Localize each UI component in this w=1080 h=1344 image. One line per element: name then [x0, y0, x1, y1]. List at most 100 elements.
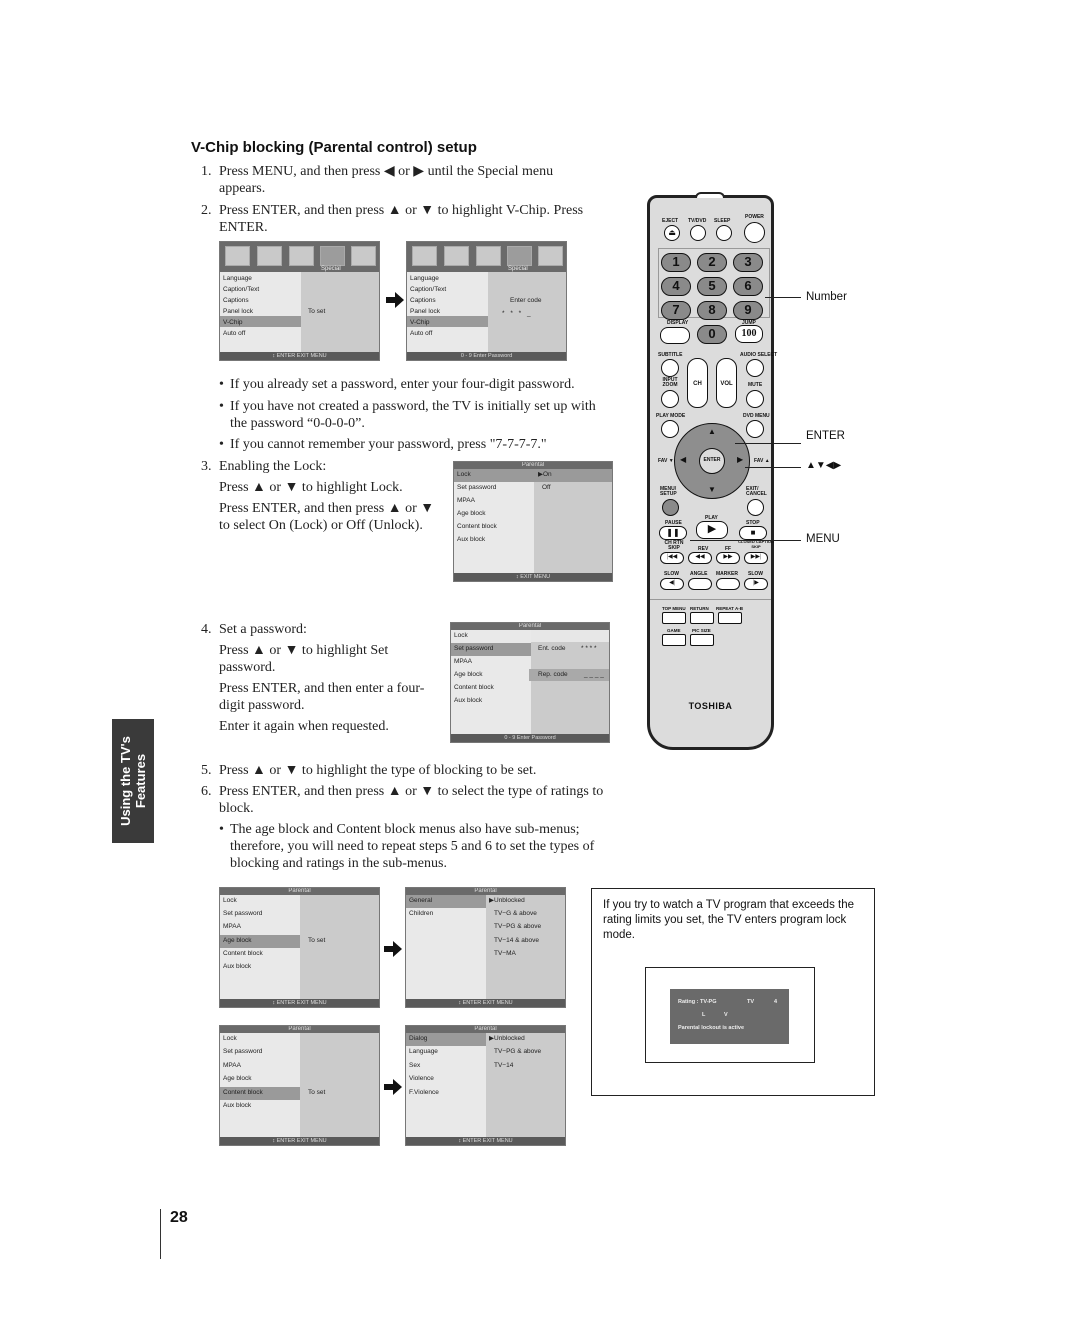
- channel-rocker[interactable]: CH: [687, 358, 708, 408]
- sleep-button[interactable]: [716, 225, 732, 241]
- rev-button[interactable]: ◀◀: [688, 552, 712, 564]
- digit-3-button[interactable]: 3: [733, 253, 763, 272]
- slow-back-button[interactable]: ◀|: [660, 578, 684, 590]
- menu-item[interactable]: Lock: [457, 470, 471, 480]
- menu-item[interactable]: Set password: [457, 483, 496, 493]
- menu-item[interactable]: Age block: [223, 936, 252, 946]
- menu-item[interactable]: Aux block: [223, 962, 251, 972]
- top-menu-button[interactable]: [662, 612, 686, 624]
- audio-select-button[interactable]: [746, 359, 764, 377]
- menu-item[interactable]: Content block: [223, 949, 263, 959]
- play-mode-button[interactable]: [661, 420, 679, 438]
- lock-off-option[interactable]: Off: [542, 483, 551, 493]
- skip-back-button[interactable]: |◀◀: [660, 552, 684, 564]
- skip-forward-button[interactable]: ▶▶|: [744, 552, 768, 564]
- digit-9-button[interactable]: 9: [733, 301, 763, 320]
- menu-item[interactable]: Set password: [223, 909, 262, 919]
- menu-item[interactable]: MPAA: [454, 657, 472, 667]
- menu-item[interactable]: Aux block: [454, 696, 482, 706]
- menu-item[interactable]: Caption/Text: [410, 285, 446, 295]
- menu-item[interactable]: Lock: [454, 631, 468, 641]
- menu-item[interactable]: Captions: [223, 296, 249, 306]
- rating-option[interactable]: TV−14: [494, 1061, 513, 1071]
- menu-item[interactable]: V-Chip: [410, 318, 430, 328]
- menu-item[interactable]: Age block: [454, 670, 483, 680]
- menu-item[interactable]: F.Violence: [409, 1088, 439, 1098]
- marker-button[interactable]: [716, 578, 740, 590]
- digit-6-button[interactable]: 6: [733, 277, 763, 296]
- rating-option[interactable]: ▶Unblocked: [489, 896, 525, 906]
- menu-item[interactable]: Sex: [409, 1061, 420, 1071]
- digit-8-button[interactable]: 8: [697, 301, 727, 320]
- digit-5-button[interactable]: 5: [697, 277, 727, 296]
- down-arrow-icon[interactable]: ▼: [708, 485, 716, 494]
- dpad[interactable]: ENTER ▲ ▼ ◀ ▶: [674, 423, 750, 499]
- rating-option[interactable]: TV−14 & above: [494, 936, 539, 946]
- menu-item[interactable]: MPAA: [223, 922, 241, 932]
- right-arrow-icon[interactable]: ▶: [737, 455, 743, 464]
- rating-option[interactable]: TV−PG & above: [494, 922, 541, 932]
- rep-code-input[interactable]: _ _ _ _: [584, 670, 604, 680]
- menu-item[interactable]: Language: [223, 274, 252, 284]
- menu-item[interactable]: Set password: [223, 1047, 262, 1057]
- volume-rocker[interactable]: VOL: [716, 358, 737, 408]
- lock-on-option[interactable]: ▶On: [538, 470, 552, 480]
- pause-button[interactable]: ❚❚: [659, 526, 687, 540]
- rating-option[interactable]: ▶Unblocked: [489, 1034, 525, 1044]
- menu-item[interactable]: Set password: [454, 644, 493, 654]
- menu-item[interactable]: Dialog: [409, 1034, 427, 1044]
- ff-button[interactable]: ▶▶: [716, 552, 740, 564]
- menu-item[interactable]: V-Chip: [223, 318, 243, 328]
- eject-button[interactable]: ⏏: [664, 225, 680, 241]
- menu-item[interactable]: Children: [409, 909, 433, 919]
- digit-4-button[interactable]: 4: [661, 277, 691, 296]
- play-button[interactable]: ▶: [696, 521, 728, 539]
- enter-button[interactable]: ENTER: [699, 448, 725, 474]
- menu-item[interactable]: MPAA: [457, 496, 475, 506]
- exit-cancel-button[interactable]: [747, 499, 764, 516]
- up-arrow-icon[interactable]: ▲: [708, 427, 716, 436]
- game-button[interactable]: [662, 634, 686, 646]
- jump-100-button[interactable]: 100: [735, 325, 763, 343]
- pic-size-button[interactable]: [690, 634, 714, 646]
- menu-item[interactable]: Caption/Text: [223, 285, 259, 295]
- menu-item[interactable]: Language: [410, 274, 439, 284]
- digit-2-button[interactable]: 2: [697, 253, 727, 272]
- menu-item[interactable]: Lock: [223, 896, 237, 906]
- dvd-menu-button[interactable]: [746, 420, 764, 438]
- menu-item[interactable]: Auto off: [410, 329, 432, 339]
- menu-item[interactable]: Aux block: [223, 1101, 251, 1111]
- menu-item[interactable]: Content block: [454, 683, 494, 693]
- code-input[interactable]: * * * _: [502, 309, 533, 319]
- ent-code-input[interactable]: * * * *: [581, 644, 597, 654]
- menu-item[interactable]: MPAA: [223, 1061, 241, 1071]
- menu-item[interactable]: Panel lock: [223, 307, 253, 317]
- menu-item[interactable]: Content block: [223, 1088, 263, 1098]
- subtitle-button[interactable]: [661, 359, 679, 377]
- menu-setup-button[interactable]: [662, 499, 679, 516]
- menu-item[interactable]: Panel lock: [410, 307, 440, 317]
- power-button[interactable]: [744, 222, 765, 243]
- rating-option[interactable]: TV−PG & above: [494, 1047, 541, 1057]
- menu-item[interactable]: Auto off: [223, 329, 245, 339]
- menu-item[interactable]: Content block: [457, 522, 497, 532]
- menu-item[interactable]: Aux block: [457, 535, 485, 545]
- slow-forward-button[interactable]: |▶: [744, 578, 768, 590]
- digit-1-button[interactable]: 1: [661, 253, 691, 272]
- display-button[interactable]: [660, 327, 690, 344]
- menu-item[interactable]: Age block: [457, 509, 486, 519]
- menu-item[interactable]: Lock: [223, 1034, 237, 1044]
- menu-item[interactable]: Age block: [223, 1074, 252, 1084]
- menu-item[interactable]: Violence: [409, 1074, 434, 1084]
- angle-button[interactable]: [688, 578, 712, 590]
- menu-item[interactable]: General: [409, 896, 432, 906]
- tvdvd-button[interactable]: [690, 225, 706, 241]
- left-arrow-icon[interactable]: ◀: [680, 455, 686, 464]
- menu-item[interactable]: Captions: [410, 296, 436, 306]
- rating-option[interactable]: TV−MA: [494, 949, 516, 959]
- return-button[interactable]: [690, 612, 714, 624]
- input-zoom-button[interactable]: [661, 390, 679, 408]
- digit-7-button[interactable]: 7: [661, 301, 691, 320]
- repeat-button[interactable]: [718, 612, 742, 624]
- mute-button[interactable]: [746, 390, 764, 408]
